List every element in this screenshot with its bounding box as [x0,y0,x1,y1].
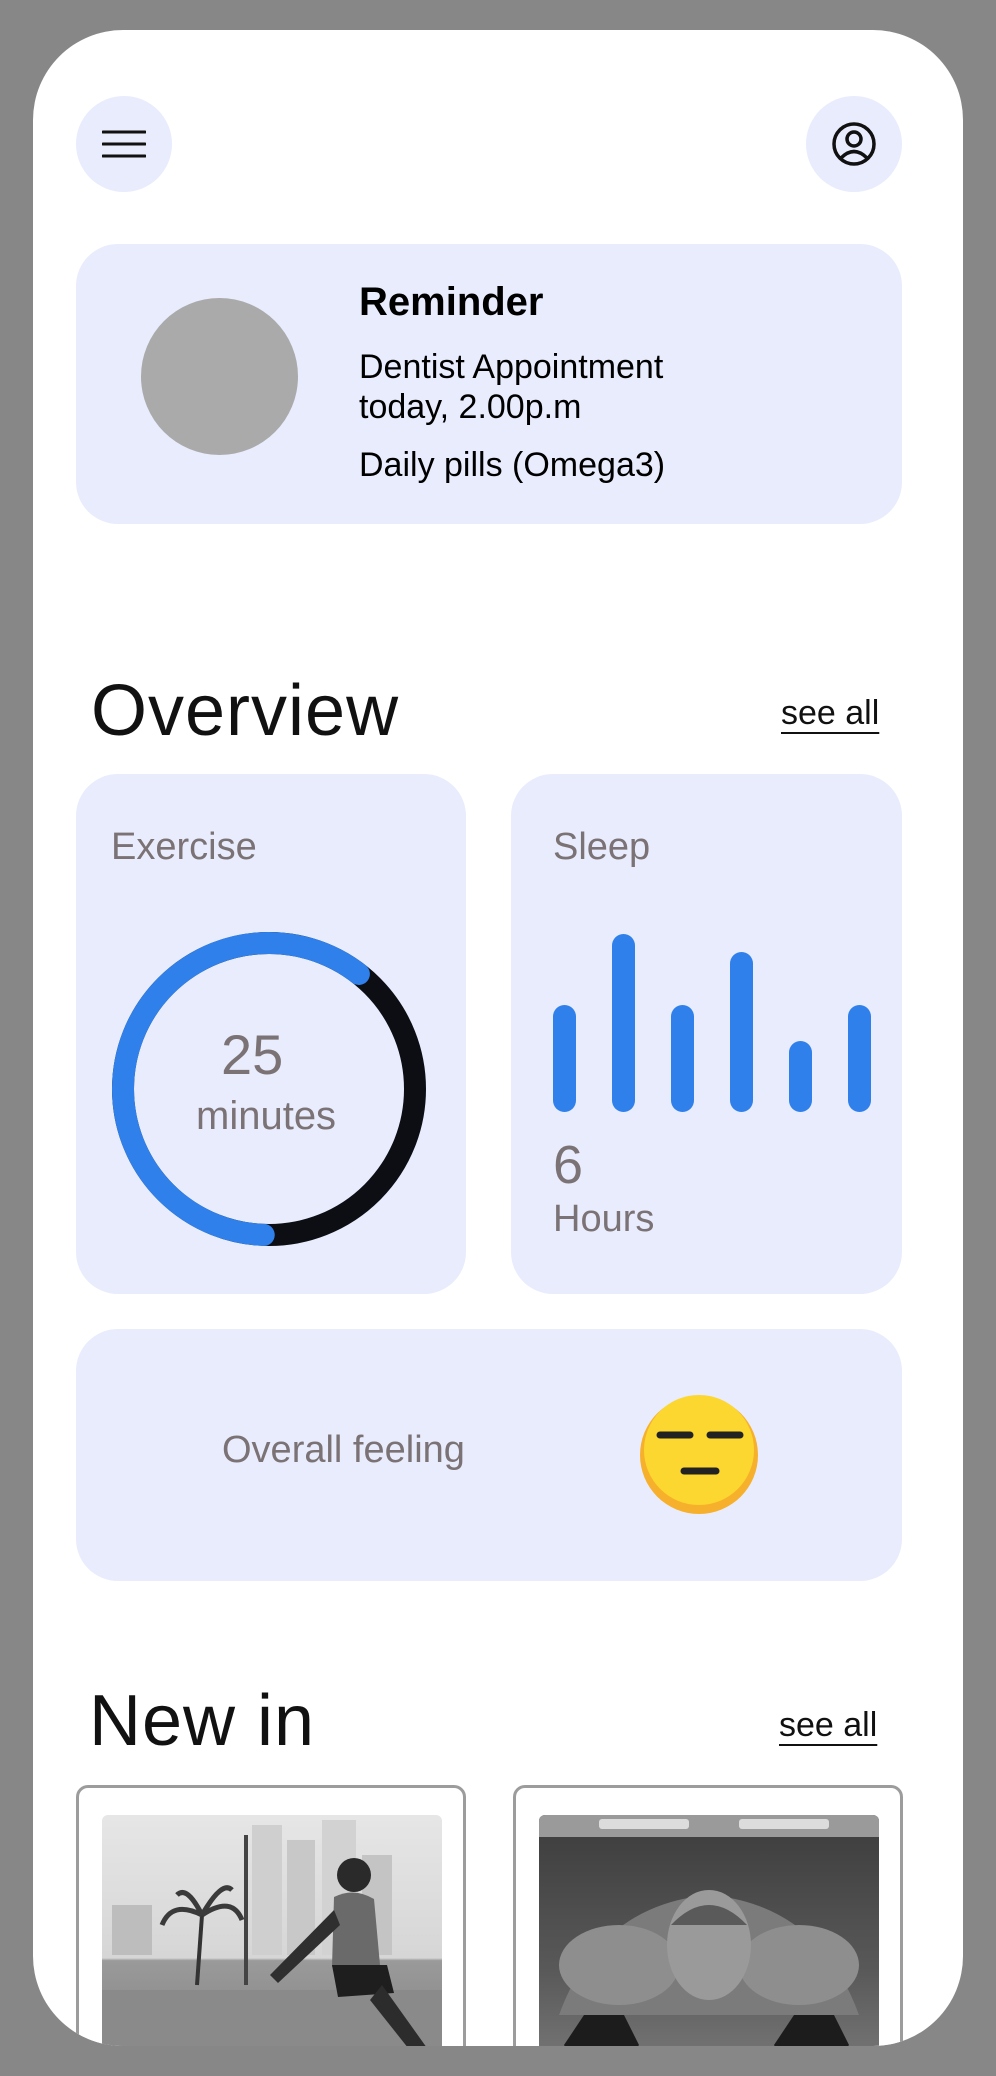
hamburger-menu-icon [102,130,146,158]
reminder-line-1: Dentist Appointment [359,348,664,386]
feeling-label: Overall feeling [222,1429,465,1471]
sleep-bar [730,952,753,1112]
phone-screen: Reminder Dentist Appointment today, 2.00… [33,30,963,2046]
sleep-bar [789,1041,812,1112]
new-in-card-2[interactable] [513,1785,903,2046]
sleep-value: 6 [553,1135,584,1195]
sleep-bar [848,1005,871,1112]
reminder-line-2: today, 2.00p.m [359,388,582,426]
sleep-bar [671,1005,694,1112]
feeling-card[interactable]: Overall feeling [76,1329,902,1581]
exercise-card[interactable]: Exercise 25 minutes [76,774,466,1294]
man-stretching-outdoors-photo [102,1815,442,2046]
user-circle-icon [832,122,876,166]
sleep-card[interactable]: Sleep 6 Hours [511,774,902,1294]
overview-title: Overview [91,671,400,751]
new-in-card-1[interactable] [76,1785,466,2046]
man-doing-pushups-on-dumbbells-photo [539,1815,879,2046]
reminder-title: Reminder [359,280,544,324]
overview-see-all-link[interactable]: see all [781,694,879,733]
exercise-progress-ring [112,932,426,1246]
reminder-avatar [141,298,298,455]
profile-button[interactable] [806,96,902,192]
exercise-unit: minutes [196,1094,337,1138]
sleep-unit: Hours [553,1198,655,1240]
new-in-see-all-link[interactable]: see all [779,1706,877,1745]
exercise-value: 25 [221,1023,284,1086]
reminder-line-3: Daily pills (Omega3) [359,446,666,484]
menu-button[interactable] [76,96,172,192]
sleep-bar [612,934,635,1112]
expressionless-face-icon [640,1395,758,1514]
new-in-title: New in [89,1681,316,1761]
sleep-bar [553,1005,576,1112]
exercise-label: Exercise [111,826,257,868]
reminder-card[interactable]: Reminder Dentist Appointment today, 2.00… [76,244,902,524]
